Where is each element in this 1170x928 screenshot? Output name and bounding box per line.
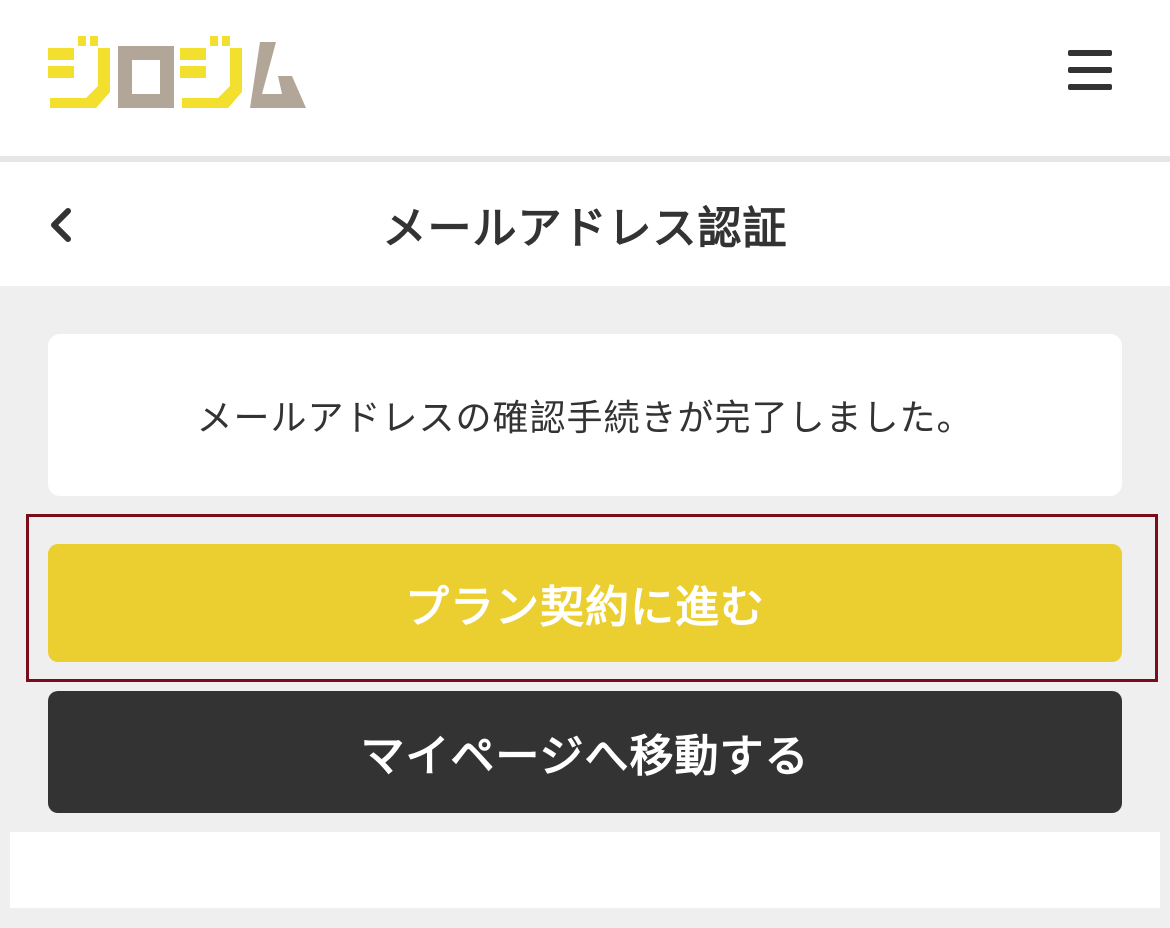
menu-button[interactable]: [1062, 46, 1118, 94]
title-bar: メールアドレス認証: [0, 162, 1170, 286]
logo-image: [48, 36, 306, 108]
main-content: メールアドレスの確認手続きが完了しました。 プラン契約に進む マイページへ移動す…: [0, 286, 1170, 928]
hamburger-icon-bar: [1068, 67, 1112, 73]
hamburger-icon-bar: [1068, 50, 1112, 56]
chevron-left-icon: [51, 208, 71, 242]
completion-message-card: メールアドレスの確認手続きが完了しました。: [48, 334, 1122, 496]
bottom-panel: [10, 832, 1160, 908]
logo[interactable]: [46, 36, 308, 110]
site-header: [0, 0, 1170, 156]
page-title: メールアドレス認証: [382, 203, 788, 254]
completion-message: メールアドレスの確認手続きが完了しました。: [196, 398, 974, 439]
back-button[interactable]: [38, 200, 84, 250]
plan-contract-button[interactable]: プラン契約に進む: [48, 544, 1122, 662]
hamburger-icon-bar: [1068, 84, 1112, 90]
mypage-button[interactable]: マイページへ移動する: [48, 691, 1122, 813]
page: メールアドレス認証 メールアドレスの確認手続きが完了しました。 プラン契約に進む…: [0, 0, 1170, 928]
